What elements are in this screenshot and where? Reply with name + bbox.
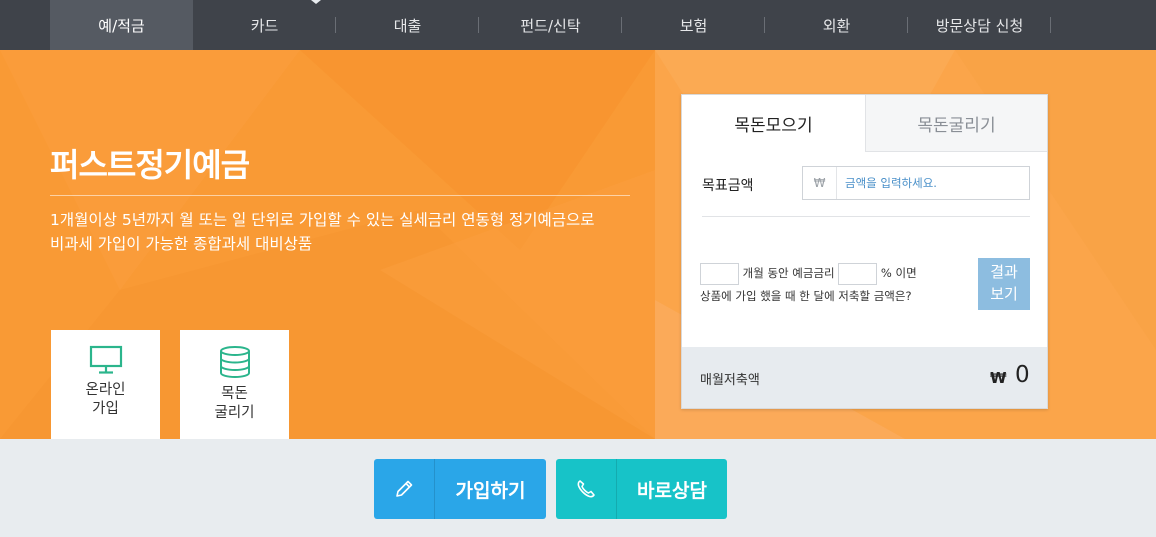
tab-invest-lump-sum[interactable]: 목돈굴리기: [865, 95, 1047, 152]
nav-item-label: 예/적금: [98, 16, 145, 35]
tile-label: 온라인 가입: [85, 382, 126, 417]
result-button-label: 결과 보기: [990, 264, 1018, 303]
top-navigation: 예/적금 카드 대출 펀드/신탁 보험 외환 방문상담 신청: [0, 0, 1156, 50]
nav-item-label: 외환: [822, 16, 851, 35]
tab-save-lump-sum[interactable]: 목돈모으기: [682, 95, 865, 152]
phone-icon: [556, 459, 617, 519]
nav-item-forex[interactable]: 외환: [765, 0, 908, 50]
title-divider: [50, 195, 630, 196]
target-amount-input[interactable]: [837, 167, 1029, 199]
nav-item-insurance[interactable]: 보험: [622, 0, 765, 50]
nav-item-card[interactable]: 카드: [193, 0, 336, 50]
target-amount-label: 목표금액: [702, 178, 754, 194]
nav-item-label: 보험: [679, 16, 708, 35]
lump-sum-invest-tile[interactable]: 목돈 굴리기: [180, 330, 289, 439]
online-join-tile[interactable]: 온라인 가입: [51, 330, 160, 439]
won-icon: ₩: [803, 167, 837, 199]
description-line: 1개월이상 5년까지 월 또는 일 단위로 가입할 수 있는 실세금리 연동형 …: [50, 211, 595, 229]
pencil-icon: [374, 459, 435, 519]
condition-question: 상품에 가입 했을 때 한 달에 저축할 금액은?: [700, 288, 912, 303]
calculator-tabs: 목돈모으기 목돈굴리기: [682, 95, 1047, 152]
nav-item-label: 방문상담 신청: [935, 16, 1024, 35]
condition-text: % 이면: [880, 266, 917, 280]
product-title: 퍼스트정기예금: [50, 146, 250, 184]
monthly-savings-value: 0: [1015, 362, 1030, 388]
target-amount-field: ₩: [802, 166, 1030, 200]
nav-item-label: 대출: [393, 16, 422, 35]
nav-separator: [1050, 17, 1051, 33]
nav-item-visit-consult[interactable]: 방문상담 신청: [908, 0, 1051, 50]
rate-input[interactable]: [838, 262, 878, 285]
months-input[interactable]: [700, 262, 739, 285]
nav-item-deposit[interactable]: 예/적금: [50, 0, 193, 50]
instant-consult-button[interactable]: 바로상담: [556, 459, 727, 519]
monthly-savings-result: 매월저축액 ₩ 0: [682, 347, 1047, 408]
nav-item-label: 펀드/신탁: [520, 16, 581, 35]
database-icon: [219, 346, 250, 378]
join-button[interactable]: 가입하기: [374, 459, 546, 519]
product-description: 1개월이상 5년까지 월 또는 일 단위로 가입할 수 있는 실세금리 연동형 …: [50, 208, 650, 256]
join-button-label: 가입하기: [455, 479, 526, 502]
nav-item-label: 카드: [250, 16, 279, 35]
description-line: 비과세 가입이 가능한 종합과세 대비상품: [50, 235, 313, 253]
won-icon: ₩: [990, 369, 1007, 387]
field-divider: [702, 216, 1030, 217]
calc-condition: 개월 동안 예금금리 % 이면 상품에 가입 했을 때 한 달에 저축할 금액은…: [700, 262, 970, 307]
monitor-icon: [89, 345, 122, 374]
instant-consult-label: 바로상담: [637, 479, 707, 502]
monthly-savings-label: 매월저축액: [700, 373, 760, 388]
view-result-button[interactable]: 결과 보기: [978, 258, 1030, 310]
nav-item-fund[interactable]: 펀드/신탁: [479, 0, 622, 50]
nav-item-loan[interactable]: 대출: [336, 0, 479, 50]
nav-menu: 예/적금 카드 대출 펀드/신탁 보험 외환 방문상담 신청: [50, 0, 1051, 50]
savings-calculator: 목돈모으기 목돈굴리기 목표금액 ₩ 개월 동안 예금금리 % 이면 상품에 가…: [681, 94, 1048, 409]
condition-text: 개월 동안 예금금리: [742, 266, 835, 280]
tile-label: 목돈 굴리기: [214, 386, 255, 421]
